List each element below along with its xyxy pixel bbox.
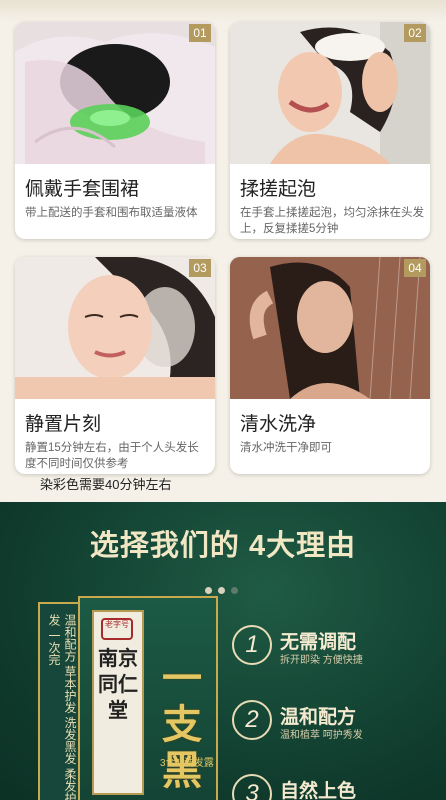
carousel-dot[interactable] (231, 587, 238, 594)
carousel-dot[interactable] (218, 587, 225, 594)
reason-title: 无需调配 (280, 632, 357, 653)
reason-title: 温和配方 (280, 707, 357, 728)
step-description: 清水冲洗干净即可 (240, 442, 332, 454)
step-title: 清水洗净 (240, 414, 317, 435)
product-subtitle: 3合1 洗发露 (160, 758, 214, 769)
reason-number-icon: 3 (232, 774, 272, 800)
step-photo-rinsing (230, 257, 430, 399)
seal-icon: 老字号 (101, 618, 133, 640)
step-title: 佩戴手套围裙 (25, 179, 140, 200)
reasons-section: 选择我们的 4大理由 温和配方 草本护发 洗发黑发 柔发护发 一次完 老字号 南… (0, 502, 446, 800)
step-description: 带上配送的手套和围布取适量液体 (25, 207, 198, 219)
step-title: 揉搓起泡 (240, 179, 317, 200)
reason-number-icon: 1 (232, 625, 272, 665)
step-photo-resting (15, 257, 215, 399)
reason-number-icon: 2 (232, 700, 272, 740)
product-box: 温和配方 草本护发 洗发黑发 柔发护发 一次完 老字号 南京同仁堂 一支黑 3合… (38, 596, 218, 800)
step-number-badge: 04 (404, 259, 426, 277)
step-photo-gloves (15, 22, 215, 164)
steps-section: 01 佩戴手套围裙 带上配送的手套和围布取适量液体 02 揉搓起泡 在手套上揉搓… (0, 0, 446, 502)
step-card-1: 01 佩戴手套围裙 带上配送的手套和围布取适量液体 (15, 22, 215, 239)
product-side-text: 温和配方 草本护发 洗发黑发 柔发护发 一次完 (47, 614, 77, 800)
reason-subtitle: 温和植萃 呵护秀发 (280, 730, 363, 741)
carousel-dots[interactable] (205, 587, 238, 594)
product-box-side: 温和配方 草本护发 洗发黑发 柔发护发 一次完 (38, 602, 80, 800)
product-brand: 南京同仁堂 (98, 648, 138, 722)
step-description: 在手套上揉搓起泡，均匀涂抹在头发上，反复揉搓5分钟 (240, 207, 424, 235)
product-name: 一支黑 (162, 657, 202, 793)
step-number-badge: 01 (189, 24, 211, 42)
extra-note: 染彩色需要40分钟左右 (40, 477, 172, 492)
step-card-2: 02 揉搓起泡 在手套上揉搓起泡，均匀涂抹在头发上，反复揉搓5分钟 (230, 22, 430, 239)
step-number-badge: 03 (189, 259, 211, 277)
reason-subtitle: 拆开即染 方便快捷 (280, 655, 363, 666)
step-photo-lathering (230, 22, 430, 164)
step-description: 静置15分钟左右，由于个人头发长度不同时间仅供参考 (25, 442, 199, 470)
step-number-badge: 02 (404, 24, 426, 42)
carousel-dot[interactable] (205, 587, 212, 594)
reason-title: 自然上色 (280, 781, 357, 800)
step-title: 静置片刻 (25, 414, 102, 435)
step-card-4: 04 清水洗净 清水冲洗干净即可 (230, 257, 430, 474)
step-card-3: 03 静置片刻 静置15分钟左右，由于个人头发长度不同时间仅供参考 (15, 257, 215, 474)
section-heading: 选择我们的 4大理由 (89, 530, 357, 562)
